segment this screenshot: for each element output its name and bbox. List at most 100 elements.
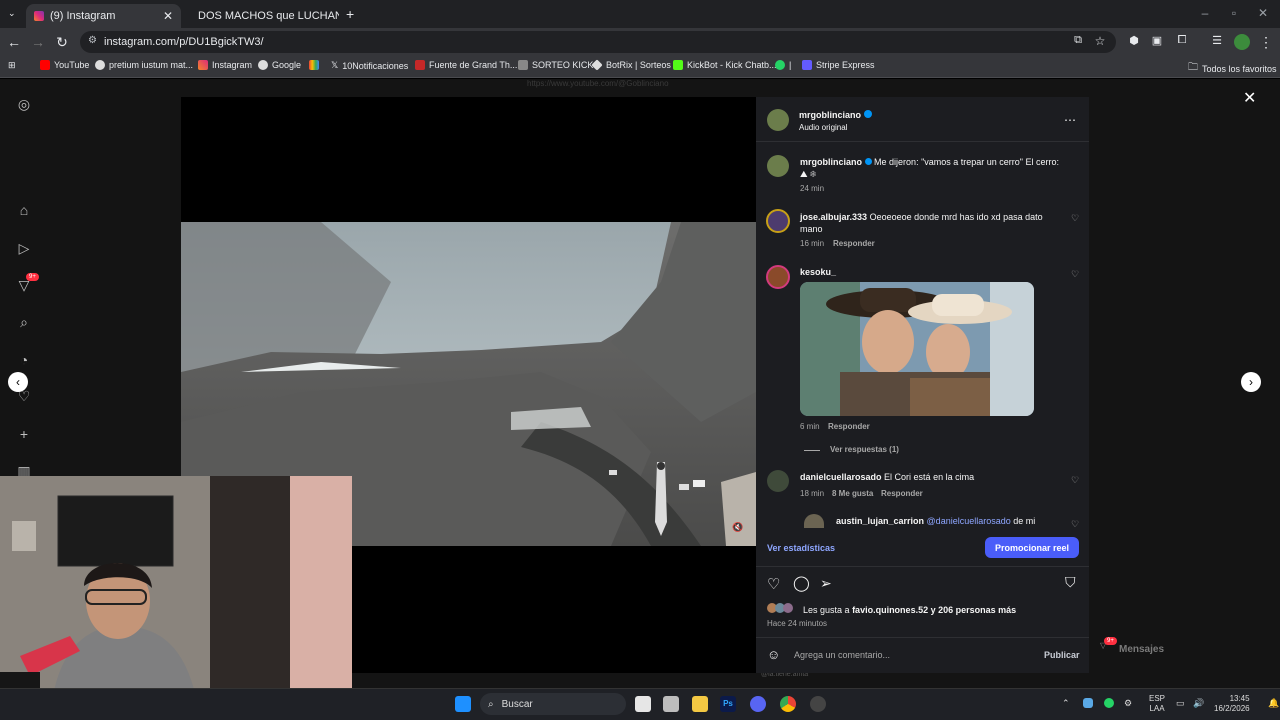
reels-icon[interactable]: ▷ <box>16 240 32 256</box>
bookmark-whatsapp[interactable]: | <box>775 60 791 70</box>
task-view-icon[interactable] <box>635 696 651 712</box>
emoji-icon[interactable]: ☺ <box>767 647 780 662</box>
author-username[interactable]: mrgoblinciano <box>799 110 861 120</box>
taskbar-search-box[interactable]: ⌕ Buscar <box>480 693 626 715</box>
audio-label[interactable]: Audio original <box>799 123 847 132</box>
comment-avatar[interactable] <box>766 265 790 289</box>
close-modal-icon[interactable]: ✕ <box>1243 88 1256 108</box>
share-send-icon[interactable]: ➢ <box>820 575 832 592</box>
photoshop-icon[interactable]: Ps <box>720 696 736 712</box>
tab-search-chevron-icon[interactable]: ⌄ <box>8 8 16 19</box>
language-indicator[interactable]: ESP LAA <box>1149 694 1165 714</box>
comment-image[interactable] <box>800 282 1034 416</box>
bookmark-youtube[interactable]: YouTube <box>40 60 89 70</box>
reply-avatar[interactable] <box>804 514 824 528</box>
comment-avatar[interactable] <box>766 209 790 233</box>
search-icon[interactable]: ⌕ <box>16 314 32 330</box>
view-replies-button[interactable]: Ver respuestas (1) <box>830 445 899 454</box>
comment-username[interactable]: kesoku_ <box>800 267 836 277</box>
tab-search-icon[interactable]: ☰ <box>1209 34 1225 47</box>
windows-start-icon[interactable] <box>455 696 471 712</box>
previous-post-button[interactable]: ‹ <box>8 372 28 392</box>
save-bookmark-icon[interactable]: ⛉ <box>1065 574 1076 591</box>
bookmark-google[interactable]: Google <box>258 60 301 70</box>
caption-avatar[interactable] <box>767 155 789 177</box>
bookmark-botrix[interactable]: BotRix | Sorteos <box>591 59 671 71</box>
comment-bubble-icon[interactable]: ◯ <box>793 574 810 592</box>
tray-app-icon[interactable] <box>1083 698 1093 708</box>
all-bookmarks-folder[interactable]: 🗀 Todos los favoritos <box>1188 60 1277 77</box>
mute-icon[interactable]: 🔇 <box>732 522 743 533</box>
likes-suffix[interactable]: y 206 personas más <box>931 605 1017 615</box>
bookmark-stripe[interactable]: Stripe Express <box>802 60 875 70</box>
back-icon[interactable]: ← <box>6 34 22 50</box>
bookmark-kickbot[interactable]: KickBot - Kick Chatb... <box>673 60 777 70</box>
close-window-icon[interactable]: ✕ <box>1255 6 1271 20</box>
like-comment-heart-icon[interactable]: ♡ <box>1071 475 1079 486</box>
reply-button[interactable]: Responder <box>833 239 875 248</box>
close-tab-icon[interactable]: ✕ <box>163 9 173 23</box>
create-icon[interactable]: + <box>16 426 32 442</box>
bookmark-photos[interactable] <box>309 60 319 70</box>
comment-likes[interactable]: 8 Me gusta <box>832 489 873 498</box>
extension-icon[interactable]: ⬢ <box>1126 34 1142 47</box>
install-app-icon[interactable]: ⧉ <box>1070 34 1086 47</box>
comment-username[interactable]: austin_lujan_carrion <box>836 516 924 526</box>
profile-avatar[interactable] <box>1234 34 1250 50</box>
explore-icon[interactable]: ◔ <box>16 352 32 368</box>
like-comment-heart-icon[interactable]: ♡ <box>1071 213 1079 224</box>
maximize-icon[interactable]: ▫ <box>1226 6 1242 20</box>
like-comment-heart-icon[interactable]: ♡ <box>1071 269 1079 280</box>
minimize-icon[interactable]: – <box>1197 6 1213 20</box>
tray-app-icon[interactable]: ⚙ <box>1124 698 1132 709</box>
bookmark-x-notificaciones[interactable]: 𝕏 10Notificaciones <box>331 60 408 71</box>
reply-button[interactable]: Responder <box>881 489 923 498</box>
home-icon[interactable]: ⌂ <box>16 202 32 218</box>
extensions-puzzle-icon[interactable]: ⧠ <box>1174 34 1190 47</box>
like-comment-heart-icon[interactable]: ♡ <box>1071 519 1079 530</box>
app-icon[interactable] <box>663 696 679 712</box>
file-explorer-icon[interactable] <box>692 696 708 712</box>
bookmark-sorteo-kick[interactable]: SORTEO KICK <box>518 60 593 70</box>
bookmark-fuente[interactable]: Fuente de Grand Th... <box>415 60 517 70</box>
instagram-logo-icon[interactable]: ◎ <box>16 96 32 112</box>
author-avatar[interactable] <box>767 109 789 131</box>
tray-app-icon[interactable] <box>1104 698 1114 708</box>
more-options-icon[interactable]: ⋯ <box>1064 113 1076 127</box>
comment-mention[interactable]: @danielcuellarosado <box>927 516 1011 526</box>
network-icon[interactable]: ▭ <box>1176 698 1185 709</box>
messages-label[interactable]: Mensajes <box>1119 644 1164 655</box>
promote-reel-button[interactable]: Promocionar reel <box>985 537 1079 558</box>
caption-username[interactable]: mrgoblinciano <box>800 157 862 167</box>
view-insights-link[interactable]: Ver estadísticas <box>767 543 835 553</box>
forward-icon[interactable]: → <box>30 34 46 50</box>
likes-user[interactable]: favio.quinones.52 <box>852 605 928 615</box>
extension-icon[interactable]: ▣ <box>1149 34 1165 47</box>
comment-username[interactable]: jose.albujar.333 <box>800 212 867 222</box>
like-heart-icon[interactable]: ♡ <box>767 575 780 593</box>
tab-youtube[interactable]: DOS MACHOS que LUCHAN p ✕ <box>184 4 339 28</box>
next-post-button[interactable]: › <box>1241 372 1261 392</box>
bookmark-pretium[interactable]: pretium iustum mat... <box>95 60 193 70</box>
discord-icon[interactable] <box>750 696 766 712</box>
publish-button[interactable]: Publicar <box>1044 650 1080 660</box>
reload-icon[interactable]: ↻ <box>54 34 70 51</box>
bookmark-instagram[interactable]: Instagram <box>198 60 252 70</box>
chrome-icon[interactable] <box>780 696 796 712</box>
menu-kebab-icon[interactable]: ⋮ <box>1258 34 1274 51</box>
site-info-icon[interactable]: ⚙ <box>88 35 97 46</box>
comment-avatar[interactable] <box>767 470 789 492</box>
tab-instagram[interactable]: (9) Instagram ✕ <box>26 4 181 28</box>
apps-grid-icon[interactable]: ⊞ <box>8 60 16 71</box>
obs-icon[interactable] <box>810 696 826 712</box>
comment-input[interactable]: Agrega un comentario... <box>794 650 890 660</box>
clock[interactable]: 13:45 16/2/2026 <box>1214 694 1250 714</box>
address-bar[interactable]: ⚙ instagram.com/p/DU1BgickTW3/ <box>80 31 1116 53</box>
volume-icon[interactable]: 🔊 <box>1193 698 1204 709</box>
notification-bell-icon[interactable]: 🔔 <box>1268 698 1279 709</box>
reply-button[interactable]: Responder <box>828 422 870 431</box>
comment-username[interactable]: danielcuellarosado <box>800 472 882 482</box>
new-tab-button[interactable]: + <box>346 6 354 22</box>
bookmark-star-icon[interactable]: ☆ <box>1092 34 1108 48</box>
likes-summary[interactable]: Les gusta a favio.quinones.52 y 206 pers… <box>803 605 1016 615</box>
